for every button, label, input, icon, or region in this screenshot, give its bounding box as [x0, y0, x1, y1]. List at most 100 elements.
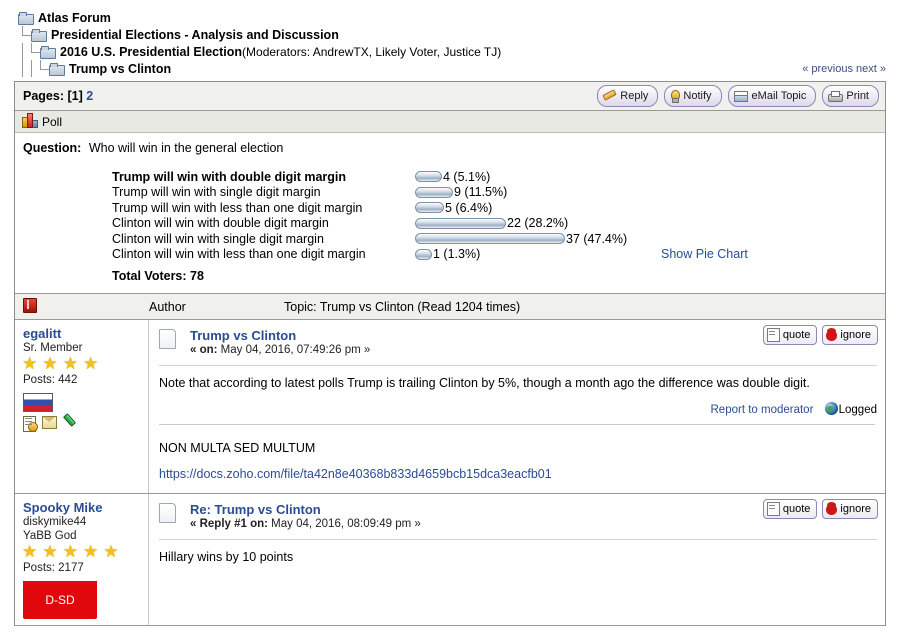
tree-elbow-icon — [36, 60, 49, 77]
logged-label: Logged — [839, 404, 877, 416]
prev-next-link[interactable]: « previous next » — [802, 63, 886, 75]
poll-body: Question: Who will win in the general el… — [15, 133, 885, 293]
post-date-value: May 04, 2016, 08:09:49 pm » — [268, 518, 421, 530]
post-subject-link[interactable]: Trump vs Clinton — [190, 328, 370, 343]
poll-option-label: Trump will win with double digit margin — [112, 170, 415, 184]
folder-icon — [18, 12, 33, 24]
poll-chart-icon — [22, 115, 37, 128]
poll-header-label: Poll — [42, 115, 62, 129]
post-header: Re: Trump vs Clinton « Reply #1 on: May … — [149, 494, 885, 532]
poll-header: Poll — [15, 111, 885, 133]
mail-icon — [734, 91, 748, 102]
poll-option-row: Trump will win with single digit margin … — [112, 185, 885, 201]
email-topic-button[interactable]: eMail Topic — [728, 85, 817, 107]
poll-option-value: 9 (11.5%) — [454, 185, 507, 199]
poll-option-row: Trump will win with double digit margin … — [112, 169, 885, 185]
poll-option-value: 37 (47.4%) — [566, 232, 627, 246]
post-main: Re: Trump vs Clinton « Reply #1 on: May … — [149, 494, 885, 625]
author-handle: diskymike44 — [23, 515, 148, 529]
poll-question-text: Who will win in the general election — [89, 141, 284, 155]
page-1-current[interactable]: [1] — [67, 89, 82, 103]
author-post-count: Posts: 442 — [23, 373, 148, 388]
tree-elbow-icon — [27, 43, 40, 60]
breadcrumb-moderators: (Moderators: AndrewTX, Likely Voter, Jus… — [242, 45, 501, 59]
print-button[interactable]: Print — [822, 85, 879, 107]
poll-option-label: Trump will win with single digit margin — [112, 185, 415, 199]
post-title-block: Trump vs Clinton « on: May 04, 2016, 07:… — [190, 328, 370, 358]
post: egalitt Sr. Member ★ ★ ★ ★ Posts: 442 — [15, 320, 885, 494]
notify-button[interactable]: Notify — [664, 85, 721, 107]
reply-label: Reply — [620, 90, 648, 102]
star-icon: ★ — [63, 544, 80, 560]
breadcrumb-link-forum[interactable]: Atlas Forum — [38, 11, 111, 25]
topic-action-buttons: Reply Notify eMail Topic Print — [597, 85, 879, 107]
poll-options: Trump will win with double digit margin … — [112, 169, 885, 262]
post-action-buttons: quote ignore — [763, 499, 878, 519]
post-signature: NON MULTA SED MULTUM https://docs.zoho.c… — [149, 425, 885, 493]
breadcrumb-current-topic: Trump vs Clinton — [69, 62, 171, 76]
post-subject-link[interactable]: Re: Trump vs Clinton — [190, 502, 421, 517]
notify-label: Notify — [683, 90, 711, 102]
star-icon: ★ — [63, 356, 80, 372]
breadcrumb-link-board[interactable]: Presidential Elections - Analysis and Di… — [51, 28, 339, 42]
star-icon: ★ — [22, 356, 39, 372]
ignore-label: ignore — [840, 503, 871, 515]
breadcrumb-level-3: Trump vs Clinton « previous next » — [18, 60, 900, 77]
edit-icon[interactable] — [62, 416, 76, 431]
show-pie-chart-link[interactable]: Show Pie Chart — [661, 247, 748, 261]
ignore-button[interactable]: ignore — [822, 499, 878, 519]
post-header: Trump vs Clinton « on: May 04, 2016, 07:… — [149, 320, 885, 358]
page-2-link[interactable]: 2 — [86, 89, 93, 103]
post-author-panel: Spooky Mike diskymike44 YaBB God ★ ★ ★ ★… — [15, 494, 149, 625]
poll-topic-icon — [23, 298, 37, 313]
poll-option-bar — [415, 202, 444, 213]
report-to-moderator-link[interactable]: Report to moderator — [711, 404, 814, 416]
poll-total-voters: Total Voters: 78 — [112, 269, 885, 283]
poll-option-value: 22 (28.2%) — [507, 216, 568, 230]
breadcrumb-level-2: 2016 U.S. Presidential Election (Moderat… — [18, 43, 900, 60]
poll-option-bar — [415, 249, 432, 260]
post-action-buttons: quote ignore — [763, 325, 878, 345]
tree-stem-icon — [18, 43, 27, 60]
folder-icon — [31, 29, 46, 41]
post-date-value: May 04, 2016, 07:49:26 pm » — [217, 344, 370, 356]
breadcrumb: Atlas Forum Presidential Elections - Ana… — [0, 0, 900, 77]
star-icon: ★ — [22, 544, 39, 560]
quote-icon — [767, 502, 780, 516]
profile-icon[interactable] — [23, 416, 37, 431]
poll-option-value: 5 (6.4%) — [445, 201, 492, 215]
russia-flag-icon — [23, 393, 53, 412]
globe-icon — [825, 402, 838, 415]
poll-option-label: Clinton will win with single digit margi… — [112, 232, 415, 246]
breadcrumb-level-0: Atlas Forum — [18, 9, 900, 26]
breadcrumb-level-1: Presidential Elections - Analysis and Di… — [18, 26, 900, 43]
poll-question-row: Question: Who will win in the general el… — [15, 141, 885, 155]
star-icon: ★ — [42, 356, 59, 372]
quote-button[interactable]: quote — [763, 499, 818, 519]
quote-label: quote — [783, 329, 811, 341]
post: Spooky Mike diskymike44 YaBB God ★ ★ ★ ★… — [15, 494, 885, 626]
author-post-count: Posts: 2177 — [23, 561, 148, 576]
author-name-link[interactable]: egalitt — [23, 326, 148, 341]
poll-option-bar — [415, 218, 506, 229]
reply-button[interactable]: Reply — [597, 85, 658, 107]
bulb-icon — [670, 90, 679, 102]
breadcrumb-link-subboard[interactable]: 2016 U.S. Presidential Election — [60, 45, 242, 59]
author-name-link[interactable]: Spooky Mike — [23, 500, 148, 515]
poll-option-label: Trump will win with less than one digit … — [112, 201, 415, 215]
topic-toolbar: Pages: [1] 2 Reply Notify eMail Topic — [15, 82, 885, 111]
post-main: Trump vs Clinton « on: May 04, 2016, 07:… — [149, 320, 885, 493]
author-stars: ★ ★ ★ ★ — [22, 356, 148, 372]
email-icon[interactable] — [42, 416, 57, 429]
folder-icon — [40, 46, 55, 58]
ignore-button[interactable]: ignore — [822, 325, 878, 345]
post-date-prefix: « on: — [190, 344, 217, 356]
quote-button[interactable]: quote — [763, 325, 818, 345]
signature-text: NON MULTA SED MULTUM — [159, 435, 875, 461]
post-date-prefix: « Reply #1 on: — [190, 518, 268, 530]
signature-link[interactable]: https://docs.zoho.com/file/ta42n8e40368b… — [159, 461, 875, 487]
post-timestamp: « Reply #1 on: May 04, 2016, 08:09:49 pm… — [190, 517, 421, 532]
poll-option-row: Clinton will win with double digit margi… — [112, 216, 885, 232]
post-body: Note that according to latest polls Trum… — [149, 366, 885, 392]
printer-icon — [828, 91, 842, 102]
